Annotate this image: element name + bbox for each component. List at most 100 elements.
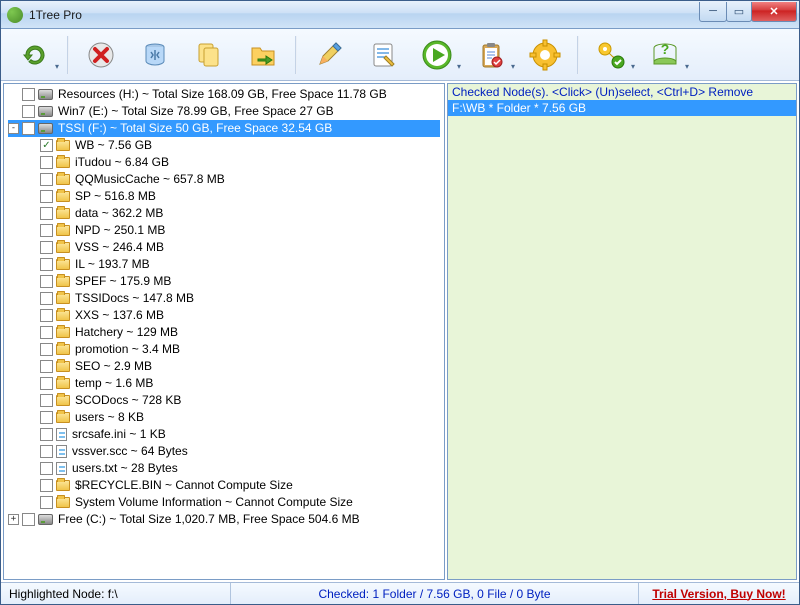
folder-icon (56, 208, 70, 219)
tree-row[interactable]: ✓WB ~ 7.56 GB (8, 137, 440, 154)
run-button[interactable]: ▾ (411, 33, 463, 77)
expander-blank (26, 327, 37, 338)
tree-row[interactable]: SPEF ~ 175.9 MB (8, 273, 440, 290)
tree-row[interactable]: VSS ~ 246.4 MB (8, 239, 440, 256)
tree-row[interactable]: users ~ 8 KB (8, 409, 440, 426)
tree-panel[interactable]: Resources (H:) ~ Total Size 168.09 GB, F… (3, 83, 445, 580)
expander-blank (26, 429, 37, 440)
checkbox[interactable] (40, 275, 53, 288)
expander-blank (26, 446, 37, 457)
checkbox[interactable] (40, 292, 53, 305)
checkbox[interactable] (22, 105, 35, 118)
checkbox[interactable]: ✓ (40, 139, 53, 152)
note-button[interactable] (357, 33, 409, 77)
settings-button[interactable] (519, 33, 571, 77)
tree-row[interactable]: Hatchery ~ 129 MB (8, 324, 440, 341)
tree-item-label: SCODocs ~ 728 KB (73, 392, 183, 409)
checkbox[interactable] (40, 445, 53, 458)
statusbar: Highlighted Node: f:\ Checked: 1 Folder … (1, 582, 799, 604)
tree-row[interactable]: srcsafe.ini ~ 1 KB (8, 426, 440, 443)
tree-row[interactable]: XXS ~ 137.6 MB (8, 307, 440, 324)
close-button[interactable]: ✕ (751, 2, 797, 22)
checkbox[interactable] (40, 309, 53, 322)
folder-icon (56, 242, 70, 253)
tree-row[interactable]: SCODocs ~ 728 KB (8, 392, 440, 409)
checkbox[interactable] (40, 462, 53, 475)
tree-row[interactable]: iTudou ~ 6.84 GB (8, 154, 440, 171)
checkbox[interactable] (40, 224, 53, 237)
tree-item-label: SEO ~ 2.9 MB (73, 358, 154, 375)
tree-row[interactable]: vssver.scc ~ 64 Bytes (8, 443, 440, 460)
checkbox[interactable] (40, 428, 53, 441)
clipboard-icon (473, 37, 509, 73)
tree-row[interactable]: Win7 (E:) ~ Total Size 78.99 GB, Free Sp… (8, 103, 440, 120)
tree-row[interactable]: System Volume Information ~ Cannot Compu… (8, 494, 440, 511)
tree-item-label: QQMusicCache ~ 657.8 MB (73, 171, 227, 188)
checkbox[interactable] (40, 258, 53, 271)
tree-row[interactable]: +Free (C:) ~ Total Size 1,020.7 MB, Free… (8, 511, 440, 528)
checkbox[interactable] (40, 190, 53, 203)
checkbox[interactable] (40, 207, 53, 220)
tree-row[interactable]: data ~ 362.2 MB (8, 205, 440, 222)
recycle-button[interactable] (129, 33, 181, 77)
folder-icon (56, 327, 70, 338)
tree-row[interactable]: IL ~ 193.7 MB (8, 256, 440, 273)
checkbox[interactable] (22, 88, 35, 101)
checked-panel[interactable]: Checked Node(s). <Click> (Un)select, <Ct… (447, 83, 797, 580)
checkbox[interactable] (40, 496, 53, 509)
folder-icon (56, 497, 70, 508)
drive-icon (38, 514, 53, 525)
move-button[interactable] (237, 33, 289, 77)
edit-button[interactable] (303, 33, 355, 77)
tree-row[interactable]: Resources (H:) ~ Total Size 168.09 GB, F… (8, 86, 440, 103)
register-button[interactable]: ▾ (585, 33, 637, 77)
checkbox[interactable] (40, 411, 53, 424)
titlebar[interactable]: 1Tree Pro ─ ▭ ✕ (1, 1, 799, 29)
content-area: Resources (H:) ~ Total Size 168.09 GB, F… (1, 81, 799, 582)
tree-row[interactable]: SEO ~ 2.9 MB (8, 358, 440, 375)
tree-row[interactable]: - TSSI (F:) ~ Total Size 50 GB, Free Spac… (8, 120, 440, 137)
tree-row[interactable]: QQMusicCache ~ 657.8 MB (8, 171, 440, 188)
tree-row[interactable]: NPD ~ 250.1 MB (8, 222, 440, 239)
expander-blank (26, 140, 37, 151)
tree-row[interactable]: SP ~ 516.8 MB (8, 188, 440, 205)
clipboard-button[interactable]: ▾ (465, 33, 517, 77)
refresh-button[interactable]: ▾ (9, 33, 61, 77)
folder-icon (56, 310, 70, 321)
checkbox[interactable] (40, 326, 53, 339)
tree-row[interactable]: temp ~ 1.6 MB (8, 375, 440, 392)
minimize-button[interactable]: ─ (699, 2, 727, 22)
tree-row[interactable]: users.txt ~ 28 Bytes (8, 460, 440, 477)
tree-row[interactable]: TSSIDocs ~ 147.8 MB (8, 290, 440, 307)
folder-icon (56, 276, 70, 287)
toolbar-separator (577, 36, 579, 74)
expander-blank (26, 310, 37, 321)
folder-icon (56, 157, 70, 168)
note-icon (365, 37, 401, 73)
checked-item[interactable]: F:\WB * Folder * 7.56 GB (448, 100, 796, 116)
checkbox[interactable] (40, 360, 53, 373)
delete-button[interactable] (75, 33, 127, 77)
file-icon (56, 428, 67, 441)
checkbox[interactable] (40, 173, 53, 186)
collapse-icon[interactable]: - (8, 123, 19, 134)
checkbox[interactable] (40, 343, 53, 356)
checkbox[interactable] (40, 394, 53, 407)
expand-icon[interactable]: + (8, 514, 19, 525)
copy-button[interactable] (183, 33, 235, 77)
checkbox[interactable] (22, 513, 35, 526)
checkbox[interactable] (40, 479, 53, 492)
tree-row[interactable]: $RECYCLE.BIN ~ Cannot Compute Size (8, 477, 440, 494)
trial-link[interactable]: Trial Version, Buy Now! (639, 583, 799, 604)
tree-item-label: TSSI (F:) ~ Total Size 50 GB, Free Space… (56, 120, 334, 137)
folder-icon (56, 480, 70, 491)
folder-icon (56, 361, 70, 372)
maximize-button[interactable]: ▭ (726, 2, 752, 22)
checkbox[interactable] (40, 377, 53, 390)
checkbox[interactable] (40, 156, 53, 169)
checkbox[interactable] (22, 122, 35, 135)
checkbox[interactable] (40, 241, 53, 254)
help-button[interactable]: ?▾ (639, 33, 691, 77)
tree-item-label: Hatchery ~ 129 MB (73, 324, 180, 341)
tree-row[interactable]: promotion ~ 3.4 MB (8, 341, 440, 358)
